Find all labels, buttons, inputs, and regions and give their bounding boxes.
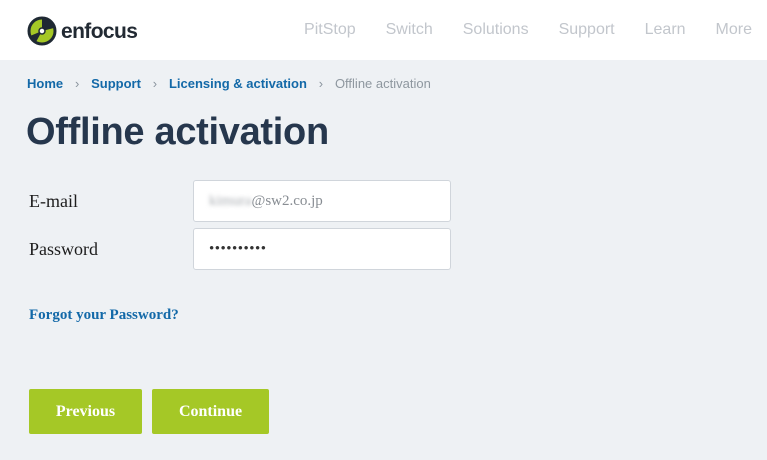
top-navigation: PitStop Switch Solutions Support Learn M… [304, 20, 752, 40]
nav-support[interactable]: Support [559, 20, 615, 40]
logo-mark-icon [27, 16, 57, 46]
nav-solutions[interactable]: Solutions [463, 20, 529, 40]
forgot-password-link[interactable]: Forgot your Password? [29, 305, 179, 325]
email-field[interactable]: kimura @sw2.co.jp [193, 180, 451, 222]
breadcrumb-current: Offline activation [334, 76, 431, 91]
logo-text: enfocus [61, 19, 138, 43]
breadcrumb: Home › Support › Licensing & activation … [27, 76, 431, 92]
password-label: Password [29, 239, 99, 259]
nav-more[interactable]: More [716, 20, 752, 40]
password-value: •••••••••• [209, 240, 267, 257]
breadcrumb-separator-icon: › [318, 76, 324, 91]
email-value-domain: @sw2.co.jp [251, 192, 323, 209]
password-field[interactable]: •••••••••• [193, 228, 451, 270]
email-value-obscured: kimura [209, 192, 252, 209]
breadcrumb-separator-icon: › [152, 76, 158, 91]
page-title: Offline activation [26, 111, 329, 153]
continue-button[interactable]: Continue [152, 389, 269, 434]
previous-button[interactable]: Previous [29, 389, 142, 434]
nav-pitstop[interactable]: PitStop [304, 20, 356, 40]
breadcrumb-support[interactable]: Support [91, 76, 141, 92]
site-header: enfocus PitStop Switch Solutions Support… [0, 0, 767, 60]
nav-learn[interactable]: Learn [645, 20, 686, 40]
nav-switch[interactable]: Switch [386, 20, 433, 40]
breadcrumb-separator-icon: › [74, 76, 80, 91]
breadcrumb-licensing-activation[interactable]: Licensing & activation [169, 76, 307, 92]
email-label: E-mail [29, 191, 78, 211]
enfocus-logo[interactable]: enfocus [27, 15, 138, 47]
breadcrumb-home[interactable]: Home [27, 76, 63, 92]
